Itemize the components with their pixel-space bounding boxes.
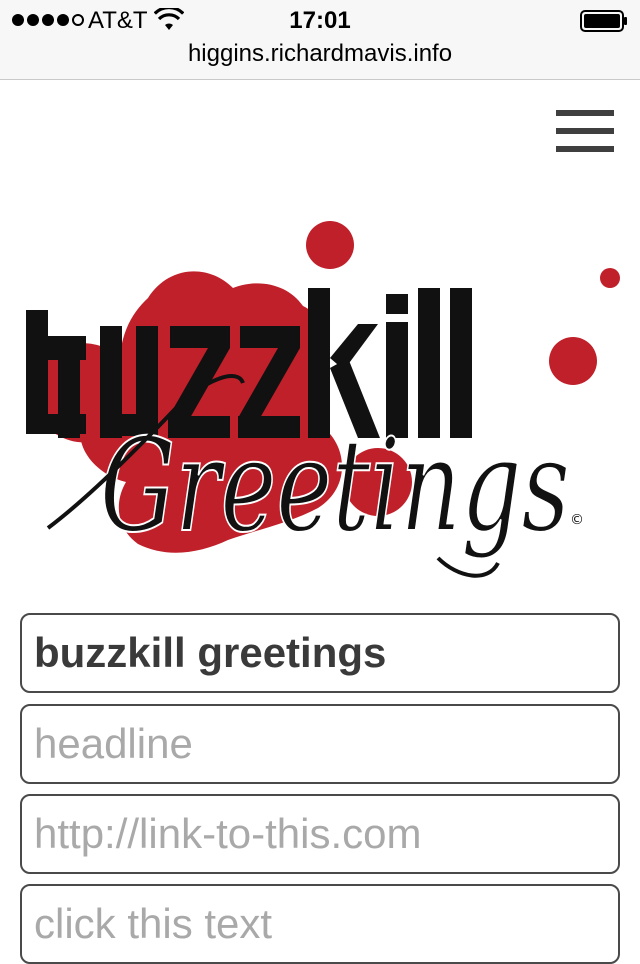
battery-icon — [580, 10, 627, 32]
hamburger-menu-icon[interactable] — [552, 108, 618, 160]
link-text-input[interactable] — [20, 884, 620, 964]
copyright-symbol: © — [570, 512, 584, 528]
logo-greetings-text: Greetings — [100, 412, 570, 561]
site-logo: Greetings © — [26, 221, 620, 578]
headline-input[interactable] — [20, 704, 620, 784]
browser-chrome: AT&T 17:01 higgins.richardmavis.info — [0, 0, 640, 80]
menu-line — [556, 128, 614, 134]
status-time: 17:01 — [289, 7, 351, 34]
link-url-input[interactable] — [20, 794, 620, 874]
title-input[interactable] — [20, 613, 620, 693]
status-bar: AT&T 17:01 — [0, 0, 640, 40]
address-bar[interactable]: higgins.richardmavis.info — [0, 40, 640, 80]
menu-line — [556, 110, 614, 116]
menu-line — [556, 146, 614, 152]
